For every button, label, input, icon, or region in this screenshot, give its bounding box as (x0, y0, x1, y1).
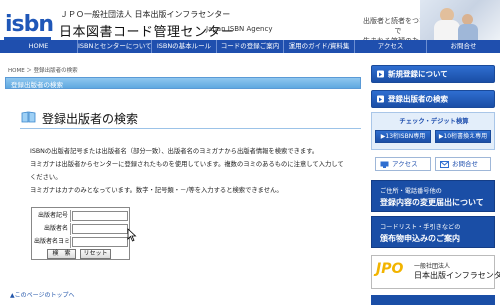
jpo-banner[interactable]: JPO 一般社団法人 日本出版インフラセンター (371, 255, 500, 289)
publisher-yomi-input[interactable] (72, 237, 128, 247)
arrow-right-icon (377, 95, 384, 103)
arrow-right-icon (377, 70, 384, 78)
main-nav: HOME ISBNとセンターについて ISBNの基本ルール コードの登録ご案内 … (0, 40, 500, 53)
org-subtitle: ＪＰＯ一般社団法人 日本出版インフラセンター (60, 10, 231, 19)
new-registration-button[interactable]: 新規登録について (371, 65, 495, 83)
page-title-band: 登録出版者の検索 (5, 77, 361, 89)
page-title: 登録出版者の検索 (42, 112, 139, 126)
jpo-title: 日本出版インフラセンター (414, 271, 500, 280)
publisher-code-label: 出版者記号 (34, 210, 71, 222)
access-label: アクセス (392, 160, 418, 168)
description-line-4: ヨミガナはカナのみとなっています。数字・記号類・－/等を入力すると検索できません… (30, 187, 283, 194)
publisher-name-label: 出版者名 (34, 223, 71, 235)
monitor-icon (380, 161, 389, 168)
new-registration-label: 新規登録について (388, 69, 448, 79)
publisher-code-input[interactable] (72, 211, 128, 221)
mouse-cursor-icon (127, 228, 137, 242)
site-header: isbn ＪＰＯ一般社団法人 日本出版インフラセンター 日本図書コード管理センタ… (0, 0, 500, 45)
isbn-logo[interactable]: isbn (2, 6, 54, 40)
nav-guide[interactable]: 運用のガイド/資料集 (284, 40, 355, 53)
nav-contact[interactable]: お問合せ (427, 40, 500, 53)
breadcrumb[interactable]: HOME ＞ 登録出版者の検索 (8, 66, 78, 74)
distribution-small: コードリスト・手引きなどの (380, 224, 461, 231)
heading-divider (20, 128, 361, 129)
header-photo (420, 0, 500, 40)
sidebar-banner-partial[interactable] (371, 295, 495, 305)
mail-icon (440, 161, 449, 168)
distribution-big: 頒布物申込みのご案内 (380, 234, 460, 243)
logo-text: isbn (5, 12, 54, 37)
distribution-application-button[interactable]: コードリスト・手引きなどの 頒布物申込みのご案内 (371, 216, 495, 248)
contact-button[interactable]: お問合せ (435, 157, 491, 171)
nav-registration[interactable]: コードの登録ご案内 (217, 40, 284, 53)
jpo-logo: JPO (376, 261, 404, 277)
page-title-band-text: 登録出版者の検索 (11, 81, 63, 89)
search-button[interactable]: 検 索 (47, 249, 76, 259)
form-row-code: 出版者記号 (32, 210, 129, 222)
nav-about[interactable]: ISBNとセンターについて (78, 40, 152, 53)
change-registration-button[interactable]: ご住所・電話番号他の 登録内容の変更届出について (371, 180, 495, 212)
back-to-top-link[interactable]: ▲このページのトップへ (10, 290, 75, 299)
form-row-yomi: 出版者名ヨミ (32, 236, 129, 248)
book-icon (21, 111, 36, 123)
description-line-1: ISBNの出版者記号または出版者名（部分一致）、出版者名のヨミガナから出版者情報… (30, 148, 319, 155)
nav-access[interactable]: アクセス (355, 40, 427, 53)
publisher-yomi-label: 出版者名ヨミ (34, 236, 71, 248)
contact-label: お問合せ (452, 160, 478, 168)
form-row-name: 出版者名 (32, 223, 129, 235)
reset-button[interactable]: リセット (80, 249, 111, 259)
org-english-name: Japan ISBN Agency (206, 25, 273, 33)
check-13-digit-button[interactable]: ▶13桁ISBN専用 (375, 130, 431, 143)
description-line-3: ください。 (30, 174, 62, 181)
change-registration-small: ご住所・電話番号他の (380, 188, 442, 195)
publisher-name-input[interactable] (72, 224, 128, 234)
check-10-digit-button[interactable]: ▶10桁書換え専用 (435, 130, 491, 143)
access-button[interactable]: アクセス (375, 157, 431, 171)
description-line-2: ヨミガナは出版者からセンターに登録されたものを使用しています。複数のヨミのあるも… (30, 161, 344, 168)
publisher-search-label: 登録出版者の検索 (388, 94, 448, 104)
jpo-subtitle: 一般社団法人 (414, 263, 451, 270)
nav-rules[interactable]: ISBNの基本ルール (152, 40, 217, 53)
publisher-search-button[interactable]: 登録出版者の検索 (371, 90, 495, 108)
change-registration-big: 登録内容の変更届出について (380, 198, 484, 207)
check-digit-title: チェック・デジット検算 (399, 118, 469, 125)
nav-home[interactable]: HOME (0, 40, 78, 53)
